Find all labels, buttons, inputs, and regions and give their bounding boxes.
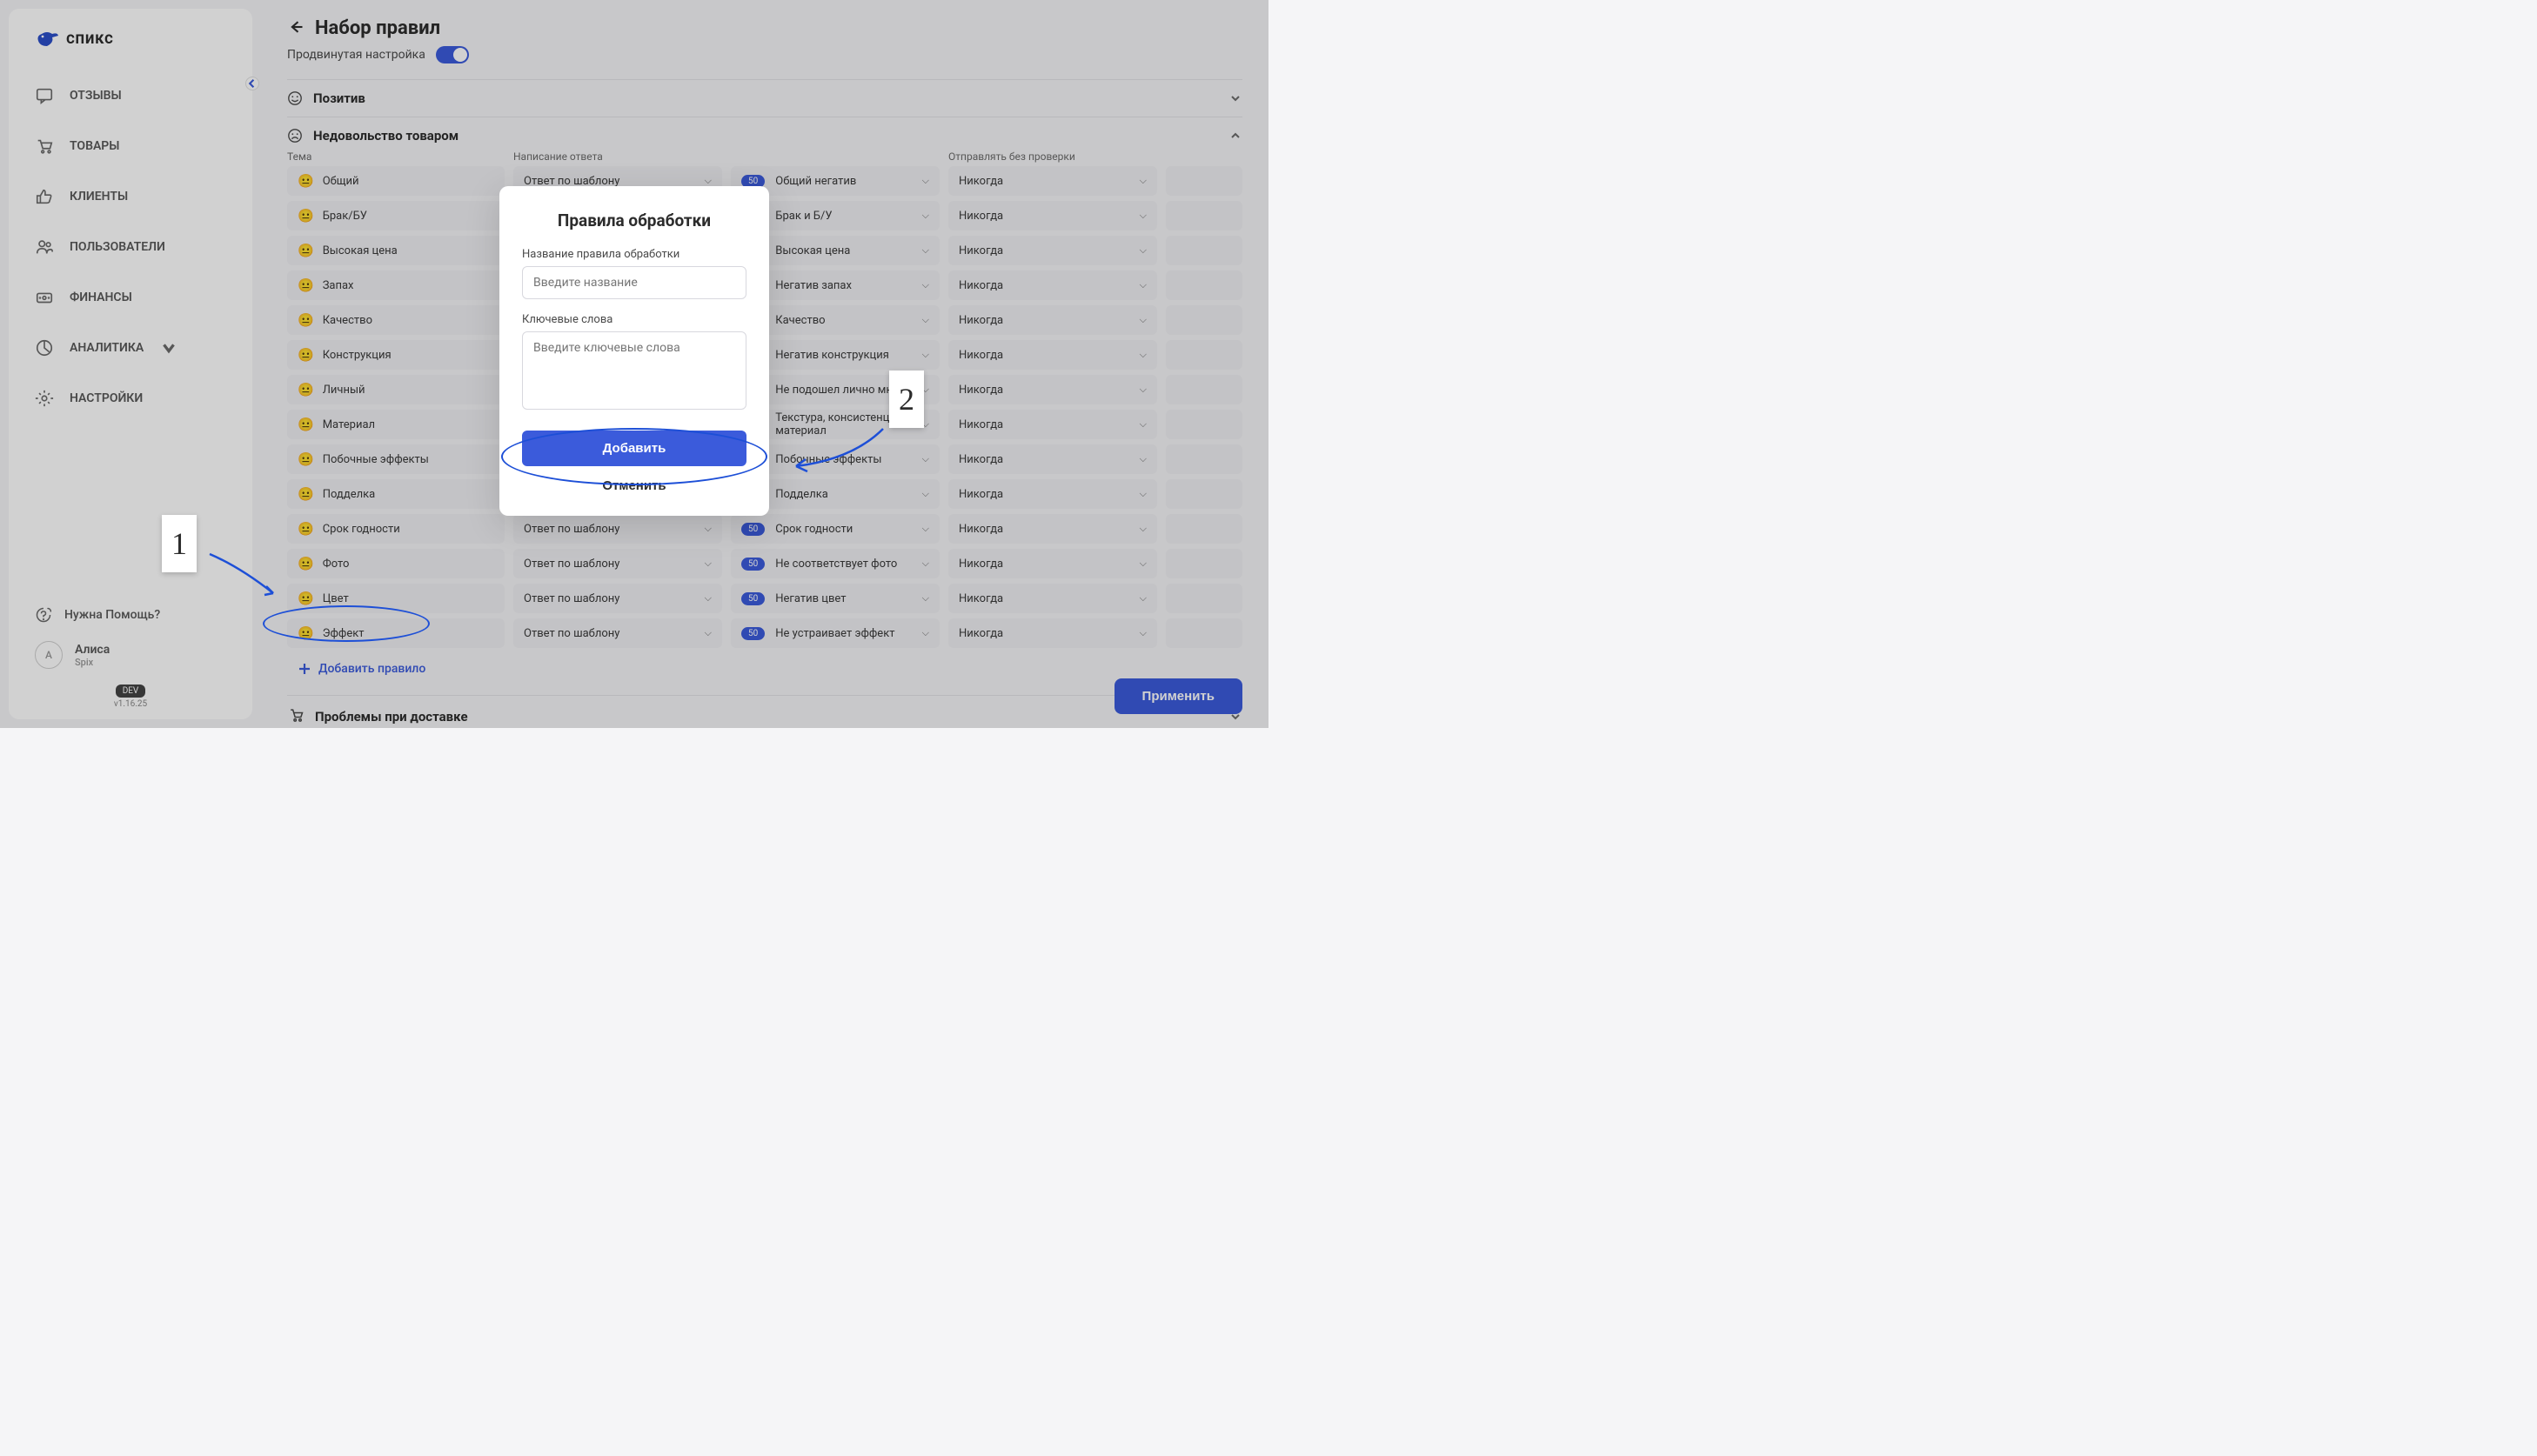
modal-cancel-button[interactable]: Отменить [522, 478, 746, 493]
modal-name-input[interactable] [522, 266, 746, 299]
modal-add-button[interactable]: Добавить [522, 431, 746, 466]
annotation-marker-2: 2 [889, 371, 924, 428]
modal-processing-rule: Правила обработки Название правила обраб… [499, 186, 769, 516]
modal-keywords-input[interactable] [522, 331, 746, 410]
modal-keywords-label: Ключевые слова [522, 313, 746, 326]
modal-title: Правила обработки [522, 210, 746, 230]
modal-name-label: Название правила обработки [522, 248, 746, 261]
annotation-marker-1: 1 [162, 515, 197, 572]
